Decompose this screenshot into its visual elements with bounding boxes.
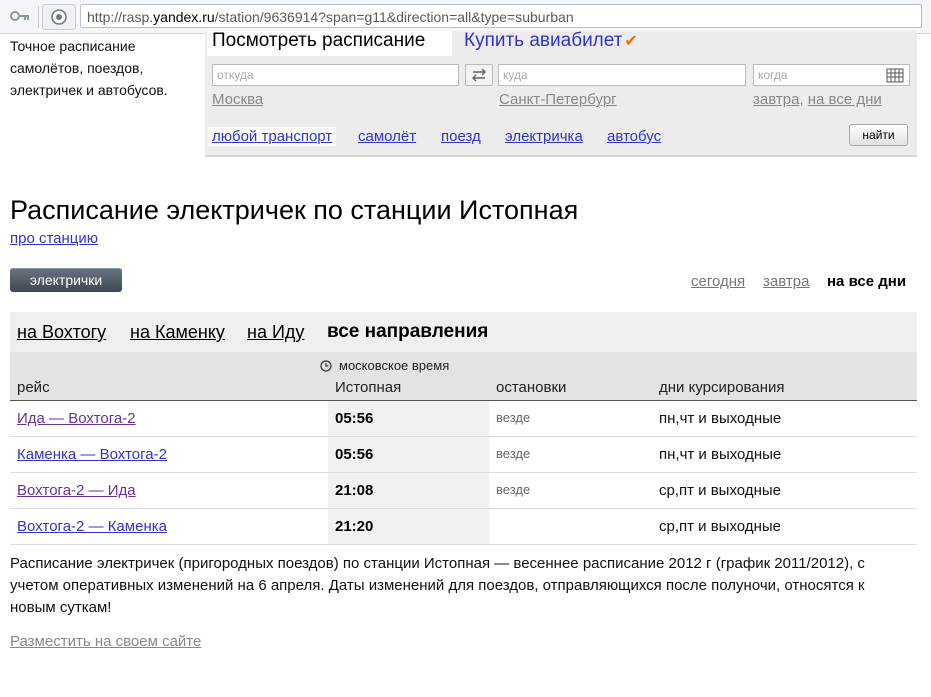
promo-line: самолётов, поездов, <box>10 60 144 76</box>
header-route: рейс <box>17 379 50 396</box>
promo-line: электричек и автобусов. <box>10 82 168 98</box>
to-placeholder: куда <box>503 68 528 82</box>
row-days: ср,пт и выходные <box>659 482 781 499</box>
row-stops: везде <box>496 482 531 497</box>
row-stops: везде <box>496 410 531 425</box>
row-divider <box>10 508 917 509</box>
find-button[interactable]: найти <box>849 124 908 146</box>
direction-vokhtoga[interactable]: на Вохтогу <box>17 322 106 343</box>
page-title: Расписание электричек по станции Истопна… <box>10 195 579 225</box>
transport-suburban[interactable]: электричка <box>505 128 583 145</box>
key-icon <box>10 11 29 21</box>
swap-button[interactable] <box>465 64 493 86</box>
promo-text: Точное расписание самолётов, поездов, эл… <box>10 35 200 101</box>
row-time: 21:08 <box>335 482 374 499</box>
row-divider <box>10 472 917 473</box>
transport-any[interactable]: любой транспорт <box>208 127 337 146</box>
date-placeholder: когда <box>758 68 788 82</box>
row-time: 05:56 <box>335 446 374 463</box>
row-route-link[interactable]: Ида — Вохтога-2 <box>17 410 136 427</box>
url-field[interactable]: http://rasp.yandex.ru/station/9636914?sp… <box>80 4 922 28</box>
from-placeholder: откуда <box>217 68 254 82</box>
schedule-note: Расписание электричек (пригородных поезд… <box>10 555 865 616</box>
globe-icon[interactable] <box>42 4 76 30</box>
from-input[interactable]: откуда <box>212 64 459 86</box>
row-time: 21:20 <box>335 518 374 535</box>
promo-line: Точное расписание <box>10 38 136 54</box>
row-days: пн,чт и выходные <box>659 446 782 463</box>
embed-on-site-link[interactable]: Разместить на своем сайте <box>10 633 201 650</box>
tab-schedule[interactable]: Посмотреть расписание <box>212 30 425 52</box>
day-tomorrow-link[interactable]: завтра <box>763 273 809 290</box>
direction-all-active: все направления <box>327 321 489 342</box>
search-form-shadow <box>205 155 917 157</box>
row-divider <box>10 436 917 437</box>
swap-arrows-icon <box>472 68 486 82</box>
row-time: 05:56 <box>335 410 374 427</box>
date-suggestions: завтра, на все дни <box>753 91 882 108</box>
day-all-active: на все дни <box>827 273 907 290</box>
date-suggestion-tomorrow[interactable]: завтра <box>753 91 799 108</box>
row-stops: везде <box>496 446 531 461</box>
transport-plane[interactable]: самолёт <box>358 128 416 145</box>
header-days: дни курсирования <box>659 379 785 396</box>
checkmark-icon: ✔ <box>624 33 638 50</box>
tab-buy-ticket[interactable]: Купить авиабилет ✔ <box>464 30 638 52</box>
row-route-link[interactable]: Каменка — Вохтога-2 <box>17 446 167 463</box>
calendar-icon[interactable] <box>886 67 904 83</box>
direction-kamenka[interactable]: на Каменку <box>130 322 225 343</box>
day-today-link[interactable]: сегодня <box>691 273 745 290</box>
from-suggestion[interactable]: Москва <box>212 91 263 108</box>
clock-icon <box>320 360 332 372</box>
header-stops: остановки <box>496 379 567 396</box>
row-days: ср,пт и выходные <box>659 518 781 535</box>
transport-bus[interactable]: автобус <box>607 128 661 145</box>
url-text: http://rasp.yandex.ru/station/9636914?sp… <box>87 9 574 25</box>
tab-buy-ticket-label: Купить авиабилет <box>464 30 623 51</box>
direction-ida[interactable]: на Иду <box>247 322 304 343</box>
row-divider <box>10 544 917 545</box>
date-suggestion-all[interactable]: на все дни <box>808 91 882 108</box>
about-station-link[interactable]: про станцию <box>10 230 98 247</box>
transport-train[interactable]: поезд <box>441 128 481 145</box>
toolbar-separator <box>38 6 39 28</box>
to-input[interactable]: куда <box>498 64 746 86</box>
row-route-link[interactable]: Вохтога-2 — Ида <box>17 482 136 499</box>
header-station: Истопная <box>335 379 402 396</box>
row-route-link[interactable]: Вохтога-2 — Каменка <box>17 518 167 535</box>
to-suggestion[interactable]: Санкт-Петербург <box>499 91 617 108</box>
timezone-label: московское время <box>339 358 450 373</box>
row-days: пн,чт и выходные <box>659 410 782 427</box>
suburban-type-pill[interactable]: электрички <box>10 268 122 292</box>
